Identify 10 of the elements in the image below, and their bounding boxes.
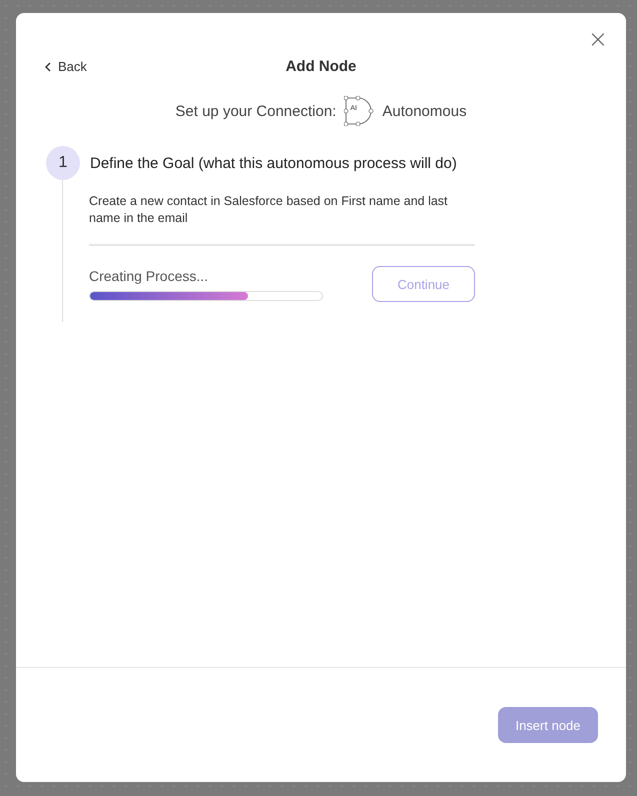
step-number: 1 (46, 146, 80, 180)
connection-name: Autonomous (382, 102, 467, 120)
close-button[interactable]: × (588, 27, 608, 51)
dialog-title: Add Node (286, 58, 356, 76)
connection-label: Set up your Connection: (175, 102, 336, 120)
back-button[interactable]: Back (44, 59, 87, 74)
goal-text: Create a new contact in Salesforce based on First name and last name in the email (89, 193, 449, 227)
step-title: Define the Goal (what this autonomous process will do) (90, 154, 457, 172)
status-text: Creating Process... (89, 268, 210, 284)
chevron-left-icon (44, 62, 52, 72)
